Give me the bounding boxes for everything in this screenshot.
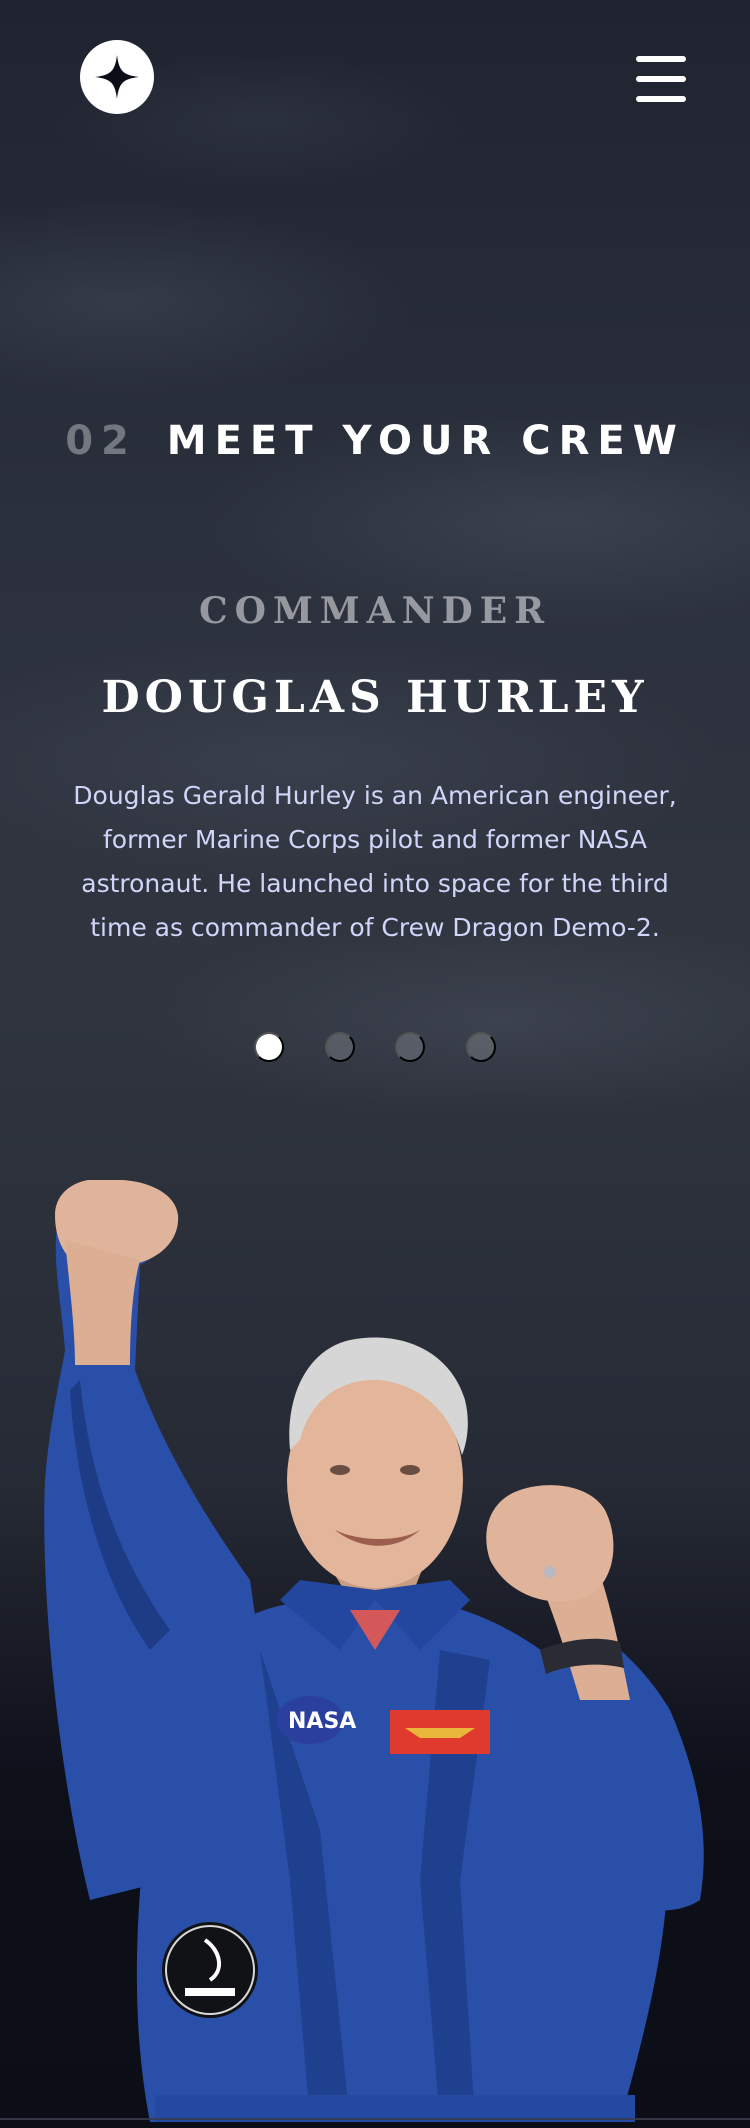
svg-text:NASA: NASA: [288, 1709, 356, 1734]
home-logo[interactable]: [80, 40, 154, 114]
crew-name: Douglas Hurley: [101, 672, 649, 723]
crew-dot-3[interactable]: [395, 1032, 426, 1062]
star-logo-icon: [95, 55, 139, 99]
hamburger-menu-icon[interactable]: [636, 56, 686, 102]
crew-pagination: [254, 1032, 496, 1062]
crew-portrait-image: NASA: [44, 1180, 704, 2122]
crew-dot-2[interactable]: [324, 1032, 355, 1062]
crew-dot-4[interactable]: [465, 1032, 496, 1062]
portrait-divider: [0, 2118, 750, 2120]
page-number: 02: [65, 418, 137, 464]
page-title-text: Meet your crew: [166, 418, 685, 464]
menu-bar: [636, 96, 686, 102]
crew-bio: Douglas Gerald Hurley is an American eng…: [73, 781, 677, 942]
crew-role: Commander: [198, 590, 552, 632]
page-title: 02 Meet your crew: [0, 418, 750, 464]
menu-bar: [636, 56, 686, 62]
crew-dot-1[interactable]: [254, 1032, 284, 1062]
menu-bar: [636, 76, 686, 82]
